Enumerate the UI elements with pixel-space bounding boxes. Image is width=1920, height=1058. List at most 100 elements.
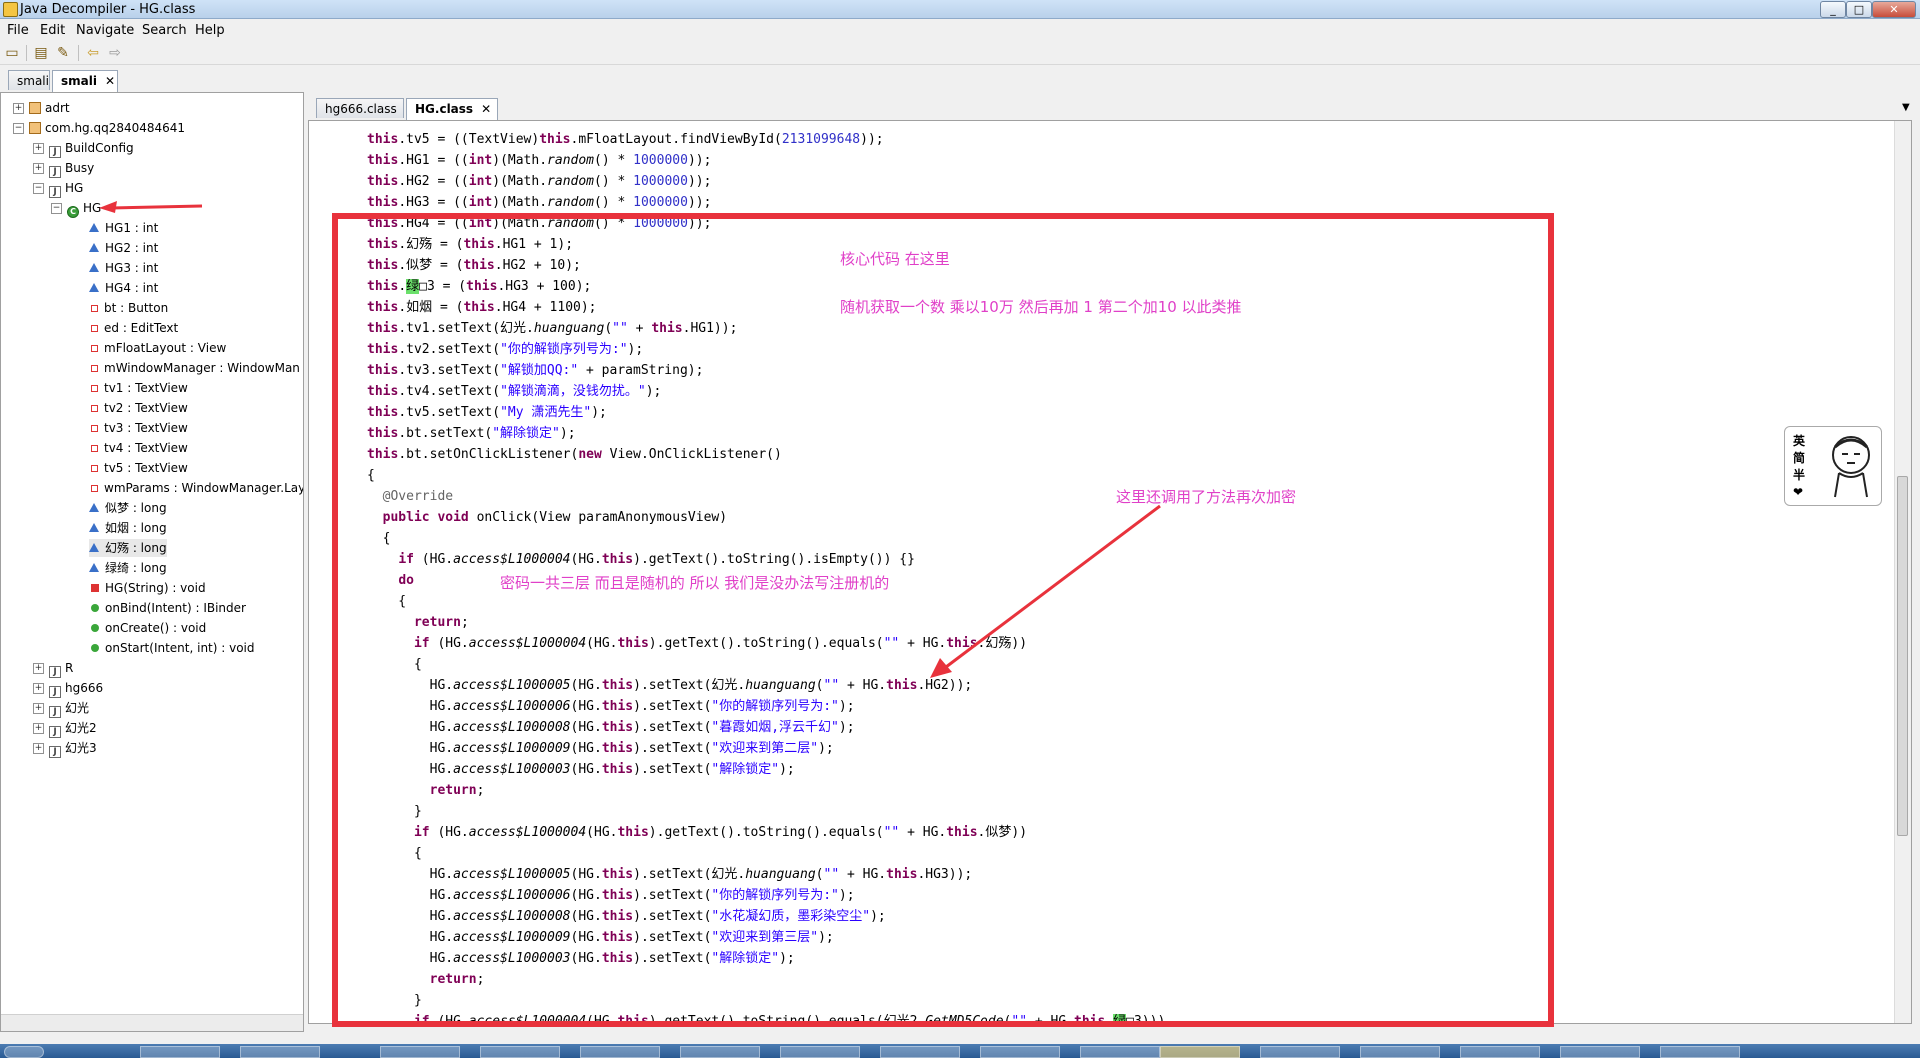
field-private-icon	[91, 325, 98, 332]
tree-method[interactable]: HG(String) : void	[89, 579, 206, 597]
close-tab-icon[interactable]: ✕	[105, 74, 115, 88]
tree-node-r[interactable]: + J R	[33, 659, 73, 678]
taskbar-item[interactable]	[680, 1046, 760, 1058]
tab-hg666-class[interactable]: hg666.class	[316, 98, 404, 118]
expand-icon[interactable]: +	[13, 103, 24, 114]
tree-label: wmParams : WindowManager.Lay	[104, 481, 304, 495]
tab-smali-2[interactable]: smali ✕	[52, 70, 118, 92]
tree-horizontal-scrollbar[interactable]	[1, 1014, 303, 1031]
tree-field-selected[interactable]: 幻殇 : long	[89, 539, 167, 557]
tree-field[interactable]: 如烟 : long	[89, 519, 167, 537]
ime-toolbar[interactable]: 英 简 半 ❤	[1784, 426, 1882, 506]
tree-field[interactable]: tv2 : TextView	[89, 399, 188, 417]
taskbar	[0, 1044, 1920, 1058]
menu-help[interactable]: Help	[195, 23, 225, 38]
tree-label: bt : Button	[104, 301, 169, 315]
expand-icon[interactable]: +	[33, 723, 44, 734]
taskbar-item[interactable]	[580, 1046, 660, 1058]
expand-icon[interactable]: +	[33, 163, 44, 174]
tree-node-hg-file[interactable]: − J HG	[33, 179, 83, 198]
taskbar-item[interactable]	[880, 1046, 960, 1058]
back-icon[interactable]: ⇦	[84, 44, 102, 62]
start-button[interactable]	[4, 1046, 44, 1058]
tree-node-hg666[interactable]: + Jhg666	[33, 679, 104, 698]
expand-icon[interactable]: +	[33, 743, 44, 754]
forward-icon[interactable]: ⇨	[106, 44, 124, 62]
expand-icon[interactable]: +	[33, 143, 44, 154]
tree-field[interactable]: wmParams : WindowManager.Lay	[89, 479, 304, 497]
field-private-icon	[91, 385, 98, 392]
taskbar-item[interactable]	[1080, 1046, 1160, 1058]
tree-node-busy[interactable]: + J Busy	[33, 159, 94, 178]
open-folder-icon[interactable]: ▭	[3, 44, 21, 62]
tab-hg-class[interactable]: HG.class ✕	[406, 98, 498, 120]
menu-edit[interactable]: Edit	[40, 23, 65, 38]
collapse-icon[interactable]: −	[33, 183, 44, 194]
taskbar-item[interactable]	[780, 1046, 860, 1058]
tree-label: hg666	[65, 681, 104, 695]
tree-node-huanguang2[interactable]: + J 幻光2	[33, 719, 97, 738]
note-three-layers: 密码一共三层 而且是随机的 所以 我们是没办法写注册机的	[500, 574, 890, 592]
tree-field[interactable]: tv1 : TextView	[89, 379, 188, 397]
tree-label: tv5 : TextView	[104, 461, 188, 475]
tree-label: adrt	[45, 101, 70, 115]
close-button[interactable]: ✕	[1872, 1, 1916, 18]
field-private-icon	[91, 345, 98, 352]
taskbar-item[interactable]	[380, 1046, 460, 1058]
taskbar-item-active[interactable]	[1160, 1046, 1240, 1058]
tree-field[interactable]: HG4 : int	[89, 279, 158, 297]
tree-node-package[interactable]: − com.hg.qq2840484641	[13, 119, 185, 137]
menu-navigate[interactable]: Navigate	[76, 23, 134, 38]
tree-field[interactable]: ed : EditText	[89, 319, 178, 337]
vertical-scrollbar[interactable]	[1894, 121, 1911, 1023]
taskbar-item[interactable]	[1660, 1046, 1740, 1058]
field-default-icon	[89, 263, 99, 272]
taskbar-item[interactable]	[1460, 1046, 1540, 1058]
taskbar-item[interactable]	[1260, 1046, 1340, 1058]
expand-icon[interactable]: +	[33, 703, 44, 714]
tree-field[interactable]: HG3 : int	[89, 259, 158, 277]
taskbar-item[interactable]	[980, 1046, 1060, 1058]
scrollbar-thumb[interactable]	[1897, 476, 1908, 836]
tree-label: 幻殇 : long	[105, 541, 167, 555]
taskbar-item[interactable]	[480, 1046, 560, 1058]
tree-method[interactable]: onBind(Intent) : IBinder	[89, 599, 246, 617]
tree-node-huanguang3[interactable]: + J 幻光3	[33, 739, 97, 758]
expand-icon[interactable]: +	[33, 663, 44, 674]
taskbar-item[interactable]	[1360, 1046, 1440, 1058]
menu-file[interactable]: File	[7, 23, 29, 38]
tree-method[interactable]: onCreate() : void	[89, 619, 206, 637]
tree-node-adrt[interactable]: + adrt	[13, 99, 70, 117]
tree-label: HG2 : int	[105, 241, 159, 255]
tab-list-dropdown-icon[interactable]: ▼	[1902, 102, 1910, 113]
tree-field[interactable]: bt : Button	[89, 299, 168, 317]
maximize-button[interactable]: □	[1846, 1, 1872, 18]
minimize-button[interactable]: _	[1820, 1, 1846, 18]
tree-field[interactable]: tv5 : TextView	[89, 459, 188, 477]
tree-node-hg-class[interactable]: − C HG	[51, 199, 101, 218]
tree-node-buildconfig[interactable]: + J BuildConfig	[33, 139, 134, 158]
open-type-icon[interactable]: ▤	[32, 44, 50, 62]
collapse-icon[interactable]: −	[13, 123, 24, 134]
taskbar-item[interactable]	[1560, 1046, 1640, 1058]
tree-field[interactable]: mWindowManager : WindowMan	[89, 359, 300, 377]
expand-icon[interactable]: +	[33, 683, 44, 694]
tree-field[interactable]: 似梦 : long	[89, 499, 167, 517]
tree-field[interactable]: HG2 : int	[89, 239, 158, 257]
menu-search[interactable]: Search	[142, 23, 187, 38]
find-icon[interactable]: ✎	[54, 44, 72, 62]
method-public-icon	[91, 604, 99, 612]
taskbar-item[interactable]	[140, 1046, 220, 1058]
tree-field[interactable]: HG1 : int	[89, 219, 158, 237]
tree-method[interactable]: onStart(Intent, int) : void	[89, 639, 255, 657]
tree-node-huanguang[interactable]: + J 幻光	[33, 699, 89, 718]
tree-field[interactable]: 绿绮 : long	[89, 559, 167, 577]
tree-field[interactable]: mFloatLayout : View	[89, 339, 226, 357]
close-tab-icon[interactable]: ✕	[481, 102, 491, 116]
tab-smali-1[interactable]: smali	[8, 70, 50, 90]
tree-field[interactable]: tv3 : TextView	[89, 419, 188, 437]
tree-field[interactable]: tv4 : TextView	[89, 439, 188, 457]
taskbar-item[interactable]	[240, 1046, 320, 1058]
collapse-icon[interactable]: −	[51, 203, 62, 214]
note-random-number: 随机获取一个数 乘以10万 然后再加 1 第二个加10 以此类推	[840, 298, 1242, 316]
